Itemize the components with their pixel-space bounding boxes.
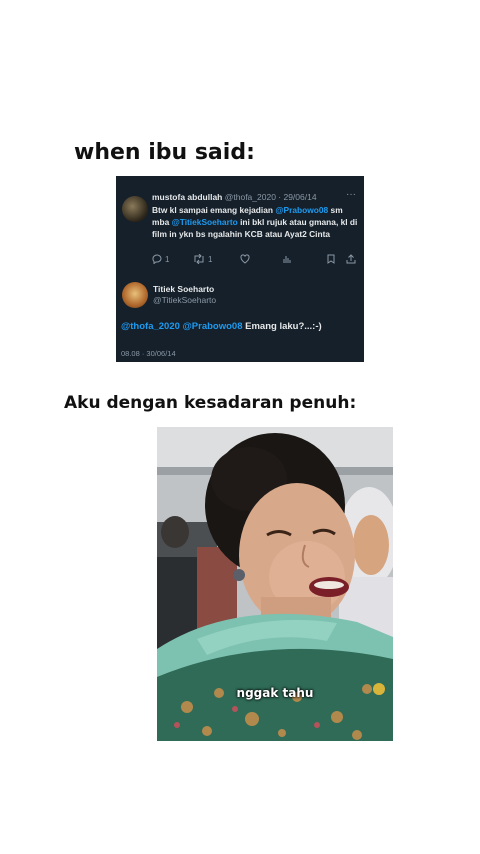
tweet-actions: 1 1 [152, 254, 358, 266]
timestamp: 08.08 · 30/06/14 [121, 349, 176, 358]
share-icon [346, 254, 356, 264]
reply-icon [152, 254, 162, 264]
mention-link: @TitiekSoeharto [171, 217, 238, 227]
reply-tweet: Titiek Soeharto @TitiekSoeharto @thofa_2… [116, 274, 364, 362]
author-name: mustofa abdullah [152, 192, 223, 202]
bookmark-action [326, 254, 336, 264]
tweet-header: mustofa abdullah @thofa_2020 · 29/06/14 [152, 192, 317, 202]
middle-caption: Aku dengan kesadaran penuh: [64, 393, 357, 413]
more-icon: ··· [346, 189, 356, 200]
reply-author-name: Titiek Soeharto [153, 284, 215, 294]
mention-link: @Prabowo08 [182, 321, 243, 332]
avatar [122, 282, 148, 308]
tweet-body: Btw kl sampai emang kejadian @Prabowo08 … [152, 204, 358, 240]
bar-chart-icon [283, 256, 291, 263]
top-caption: when ibu said: [74, 140, 255, 165]
avatar [122, 196, 148, 222]
reply-author-handle: @TitiekSoeharto [153, 295, 217, 305]
mention-link: @thofa_2020 [121, 321, 180, 332]
bookmark-icon [327, 254, 335, 264]
share-action [346, 254, 356, 264]
tweet-text: Btw kl sampai emang kejadian [152, 205, 276, 215]
mention-link: @Prabowo08 [275, 205, 329, 215]
like-action [240, 254, 250, 264]
reply-text: @thofa_2020 @Prabowo08 Emang laku?...:-) [121, 321, 322, 332]
reaction-photo: nggak tahu [157, 427, 393, 741]
heart-icon [240, 254, 250, 264]
reply-body: Emang laku?...:-) [242, 321, 322, 332]
tweet-screenshot: mustofa abdullah @thofa_2020 · 29/06/14 … [116, 176, 364, 362]
video-subtitle: nggak tahu [236, 686, 314, 700]
retweet-count: 1 [208, 254, 213, 264]
retweet-action: 1 [193, 254, 212, 264]
views-action [282, 254, 292, 264]
author-handle: @thofa_2020 · 29/06/14 [224, 192, 317, 202]
reply-count: 1 [165, 254, 170, 264]
retweet-icon [194, 254, 204, 264]
reply-action: 1 [152, 254, 169, 264]
